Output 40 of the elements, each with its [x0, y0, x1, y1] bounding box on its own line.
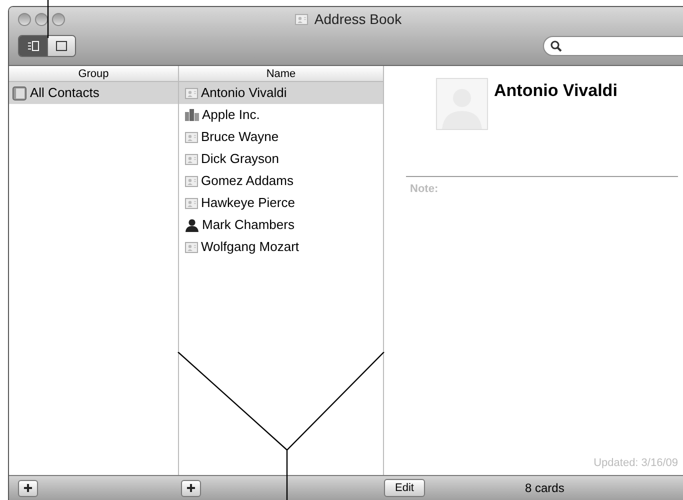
- card-icon: [185, 198, 198, 208]
- search-icon: [550, 40, 562, 52]
- column-header[interactable]: Name: [179, 66, 383, 82]
- column-header[interactable]: Group: [9, 66, 178, 82]
- group-item[interactable]: All Contacts: [9, 82, 178, 104]
- contact-item[interactable]: Antonio Vivaldi: [179, 82, 383, 104]
- card-icon: [185, 132, 198, 142]
- add-button[interactable]: [18, 480, 38, 496]
- view-toggle-button[interactable]: [47, 36, 75, 56]
- note-label: Note:: [410, 182, 440, 197]
- callout-line: [47, 0, 49, 38]
- add-button[interactable]: [181, 480, 201, 496]
- contact-item[interactable]: Hawkeye Pierce: [179, 192, 383, 214]
- updated-date: Updated: 3/16/09: [594, 456, 678, 470]
- contact-item[interactable]: Wolfgang Mozart: [179, 236, 383, 258]
- card-count: 8 cards: [524, 480, 564, 497]
- card-icon: [185, 88, 198, 98]
- card-icon: [185, 176, 198, 186]
- avatar-placeholder-icon: [436, 78, 488, 130]
- plus-icon: [24, 484, 32, 492]
- window-control-button[interactable]: [35, 12, 48, 26]
- contact-name: Antonio Vivaldi: [494, 80, 618, 102]
- search-field[interactable]: [543, 36, 683, 56]
- card-view-icon: [56, 41, 67, 51]
- contact-item[interactable]: Bruce Wayne: [179, 126, 383, 148]
- card-icon: [185, 242, 198, 252]
- address-book-icon: [12, 86, 27, 100]
- window-title: Address Book: [314, 10, 402, 28]
- card-icon: [295, 14, 308, 24]
- buildings-icon: [185, 109, 199, 121]
- contact-item[interactable]: Apple Inc.: [179, 104, 383, 126]
- card-icon: [185, 154, 198, 164]
- plus-icon: [187, 484, 195, 492]
- view-toggle-button[interactable]: [19, 36, 47, 56]
- contact-item[interactable]: Mark Chambers: [179, 214, 383, 236]
- columns-view-icon: [27, 41, 39, 51]
- person-icon: [185, 218, 199, 232]
- edit-button[interactable]: Edit: [384, 479, 425, 497]
- contact-item[interactable]: Dick Grayson: [179, 148, 383, 170]
- contact-item[interactable]: Gomez Addams: [179, 170, 383, 192]
